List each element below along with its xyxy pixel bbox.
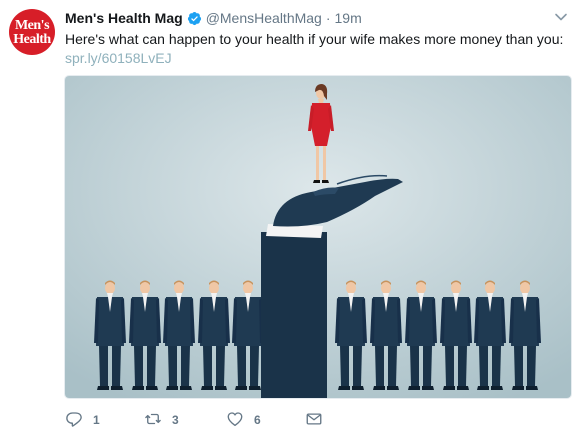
tweet[interactable]: Men's Health Men's Health Mag @MensHealt… bbox=[0, 0, 579, 439]
chevron-down-icon[interactable] bbox=[554, 10, 568, 24]
separator-dot: · bbox=[325, 10, 331, 26]
direct-message-button[interactable] bbox=[305, 409, 323, 431]
avatar[interactable]: Men's Health bbox=[9, 9, 55, 55]
tweet-text: Here's what can happen to your health if… bbox=[65, 31, 564, 47]
display-name[interactable]: Men's Health Mag bbox=[65, 10, 183, 26]
retweet-button[interactable]: 3 bbox=[144, 409, 179, 431]
tweet-header: Men's Health Mag @MensHealthMag · 19m bbox=[65, 8, 362, 28]
like-button[interactable]: 6 bbox=[226, 409, 261, 431]
like-count: 6 bbox=[254, 413, 261, 427]
tweet-link[interactable]: spr.ly/60158LvEJ bbox=[65, 49, 172, 68]
retweet-count: 3 bbox=[172, 413, 179, 427]
avatar-logo-line2: Health bbox=[13, 31, 51, 47]
tweet-actions: 1 3 6 bbox=[65, 409, 545, 431]
handle[interactable]: @MensHealthMag bbox=[206, 10, 322, 26]
envelope-icon bbox=[305, 410, 323, 431]
retweet-icon bbox=[144, 410, 162, 431]
verified-badge-icon bbox=[187, 11, 202, 26]
reply-button[interactable]: 1 bbox=[65, 409, 100, 431]
timestamp[interactable]: 19m bbox=[335, 10, 362, 26]
avatar-logo-line1: Men's bbox=[14, 17, 50, 33]
reply-count: 1 bbox=[93, 413, 100, 427]
heart-icon bbox=[226, 410, 244, 431]
reply-icon bbox=[65, 410, 83, 431]
tweet-image[interactable] bbox=[64, 75, 572, 399]
